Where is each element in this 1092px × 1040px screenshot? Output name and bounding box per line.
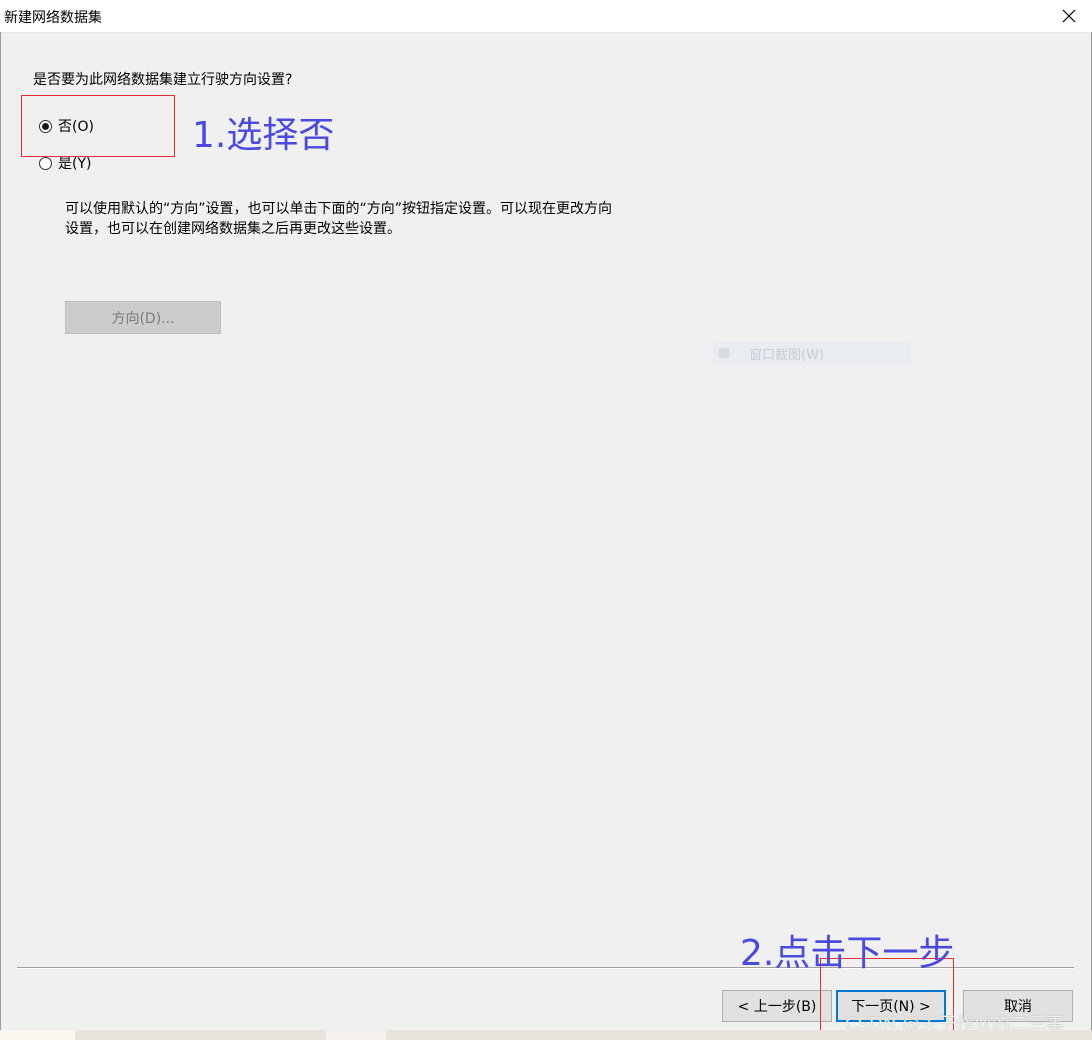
annotation-step2: 2.点击下一步 xyxy=(740,933,955,974)
annotation-step1: 1.选择否 xyxy=(192,115,335,156)
ghost-label: 窗口截图(W) xyxy=(749,347,824,363)
taskbar-thumb-2 xyxy=(326,1030,386,1040)
prompt-question: 是否要为此网络数据集建立行驶方向设置? xyxy=(33,72,293,88)
window-title: 新建网络数据集 xyxy=(4,10,102,26)
window-border-left xyxy=(0,32,1,1040)
close-icon xyxy=(1062,9,1076,23)
close-button[interactable] xyxy=(1046,0,1092,32)
radio-yes-indicator[interactable] xyxy=(39,156,52,170)
back-button[interactable]: < 上一步(B) xyxy=(722,990,832,1022)
description-line-2: 设置，也可以在创建网络数据集之后再更改这些设置。 xyxy=(65,221,401,237)
taskbar-strip xyxy=(0,1030,1092,1040)
screenshot-icon xyxy=(719,348,729,358)
annotation-box-step1 xyxy=(21,95,175,157)
description: 可以使用默认的“方向”设置，也可以单击下面的“方向”按钮指定设置。可以现在更改方… xyxy=(65,199,665,239)
title-bar: 新建网络数据集 xyxy=(0,0,1092,33)
taskbar-thumb-1 xyxy=(0,1030,75,1040)
description-line-1: 可以使用默认的“方向”设置，也可以单击下面的“方向”按钮指定设置。可以现在更改方… xyxy=(65,201,613,217)
ghost-screenshot-tooltip: 窗口截图(W) xyxy=(713,342,911,364)
directions-button[interactable]: 方向(D)... xyxy=(65,301,221,334)
